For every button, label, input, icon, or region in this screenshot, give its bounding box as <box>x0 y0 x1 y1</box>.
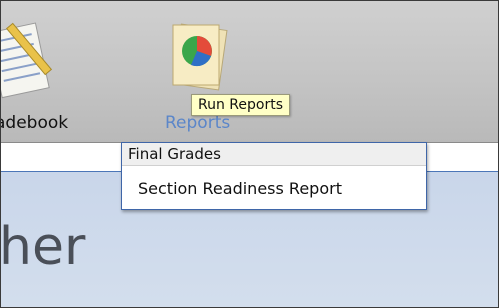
menu-item-final-grades[interactable]: Final Grades <box>122 143 426 166</box>
gradebook-icon[interactable] <box>1 15 65 109</box>
reports-pie-chart-icon[interactable] <box>167 21 231 99</box>
app-window: adebook Reports Run Reports her Final Gr… <box>0 0 499 308</box>
reports-label[interactable]: Reports <box>165 113 230 133</box>
toolbar: adebook Reports Run Reports <box>1 1 498 143</box>
reports-dropdown-menu: Final Grades Section Readiness Report <box>121 142 427 210</box>
page-heading: her <box>0 217 86 277</box>
gradebook-label[interactable]: adebook <box>1 113 68 133</box>
tooltip: Run Reports <box>191 94 290 116</box>
menu-item-section-readiness-report[interactable]: Section Readiness Report <box>122 177 426 201</box>
